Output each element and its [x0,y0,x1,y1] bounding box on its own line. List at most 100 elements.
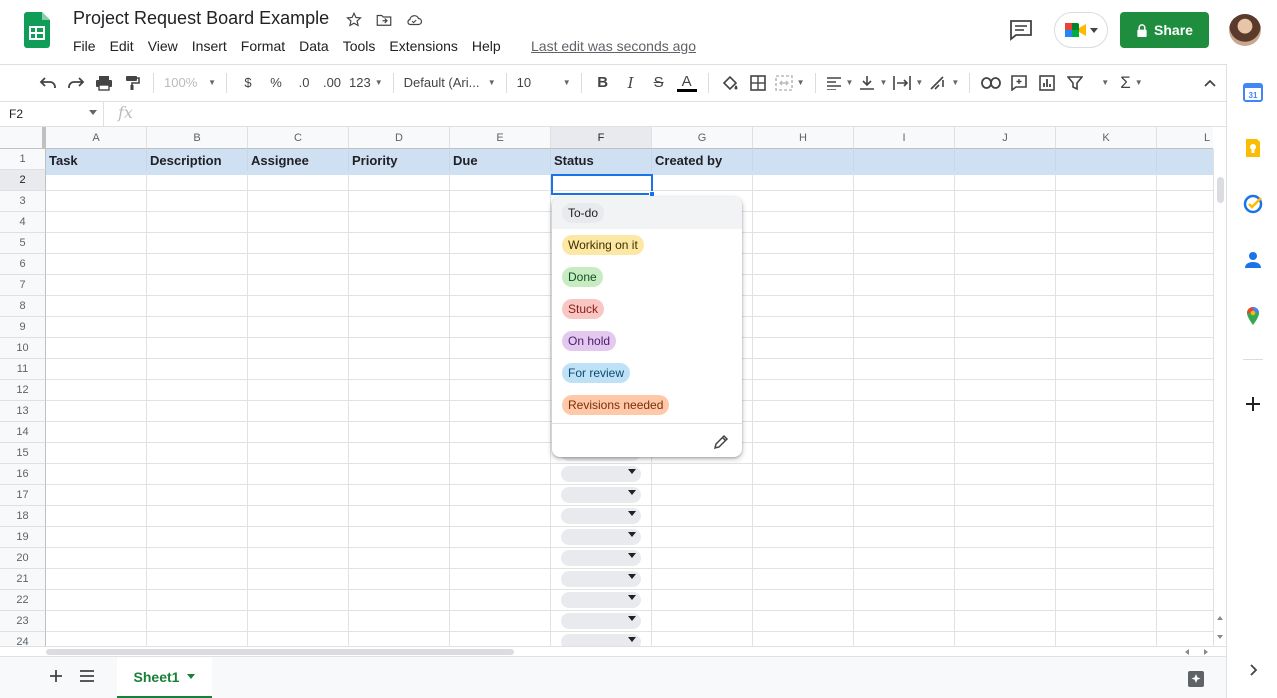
cell-k24[interactable] [1056,632,1157,646]
text-color-button[interactable]: A [676,71,698,95]
row-header-9[interactable]: 9 [0,317,46,338]
scroll-down-icon[interactable] [1217,635,1223,639]
cell-k20[interactable] [1056,548,1157,569]
header-cell-l[interactable] [1157,149,1213,171]
cell-a7[interactable] [46,275,147,296]
add-sheet-icon[interactable] [48,668,64,684]
cell-c12[interactable] [248,380,349,401]
cell-b20[interactable] [147,548,248,569]
cell-b10[interactable] [147,338,248,359]
cell-a24[interactable] [46,632,147,646]
cell-e20[interactable] [450,548,551,569]
cell-k5[interactable] [1056,233,1157,254]
cell-k17[interactable] [1056,485,1157,506]
cell-b16[interactable] [147,464,248,485]
cell-j7[interactable] [955,275,1056,296]
header-cell-c[interactable]: Assignee [248,149,349,171]
cell-h2[interactable] [753,174,854,191]
cell-d24[interactable] [349,632,450,646]
dropdown-option-to-do[interactable]: To-do [552,197,742,229]
cell-c14[interactable] [248,422,349,443]
cell-d3[interactable] [349,191,450,212]
percent-format-button[interactable]: % [265,71,287,95]
status-dropdown-chip[interactable] [561,613,641,629]
cell-j16[interactable] [955,464,1056,485]
scroll-right-icon[interactable] [1204,649,1208,655]
column-header-l[interactable]: L [1157,127,1213,149]
last-edit-link[interactable]: Last edit was seconds ago [531,38,696,54]
cell-i23[interactable] [854,611,955,632]
cell-a11[interactable] [46,359,147,380]
header-cell-e[interactable]: Due [450,149,551,171]
status-dropdown-chip[interactable] [561,592,641,608]
cell-h5[interactable] [753,233,854,254]
cell-i2[interactable] [854,174,955,191]
horizontal-scroll-thumb[interactable] [46,649,514,655]
cell-h19[interactable] [753,527,854,548]
cell-c7[interactable] [248,275,349,296]
cell-h3[interactable] [753,191,854,212]
status-dropdown-chip[interactable] [561,634,641,646]
cell-b21[interactable] [147,569,248,590]
row-header-21[interactable]: 21 [0,569,46,590]
cell-h9[interactable] [753,317,854,338]
cell-i21[interactable] [854,569,955,590]
cell-h21[interactable] [753,569,854,590]
row-header-2[interactable]: 2 [0,170,46,191]
status-dropdown-chip[interactable] [561,529,641,545]
cell-a19[interactable] [46,527,147,548]
cell-e23[interactable] [450,611,551,632]
insert-comment-icon[interactable] [1008,71,1030,95]
cell-l12[interactable] [1157,380,1213,401]
cell-b7[interactable] [147,275,248,296]
all-sheets-icon[interactable] [79,669,95,683]
menu-tools[interactable]: Tools [336,37,383,55]
font-select[interactable]: Default (Ari... ▼ [404,71,496,95]
cell-j24[interactable] [955,632,1056,646]
strikethrough-button[interactable]: S [648,71,670,95]
cell-c13[interactable] [248,401,349,422]
borders-icon[interactable] [747,71,769,95]
cell-j9[interactable] [955,317,1056,338]
increase-decimal-button[interactable]: .00 [321,71,343,95]
cell-c20[interactable] [248,548,349,569]
cell-d19[interactable] [349,527,450,548]
cell-a12[interactable] [46,380,147,401]
cell-k22[interactable] [1056,590,1157,611]
row-header-1[interactable]: 1 [0,149,46,170]
status-dropdown-chip[interactable] [561,487,641,503]
cell-d2[interactable] [349,174,450,191]
cell-a15[interactable] [46,443,147,464]
insert-link-icon[interactable] [980,71,1002,95]
row-header-8[interactable]: 8 [0,296,46,317]
zoom-select[interactable]: 100% ▼ [164,71,216,95]
cell-h8[interactable] [753,296,854,317]
cell-j15[interactable] [955,443,1056,464]
cell-e24[interactable] [450,632,551,646]
cell-h15[interactable] [753,443,854,464]
cell-j18[interactable] [955,506,1056,527]
cell-l8[interactable] [1157,296,1213,317]
cell-e10[interactable] [450,338,551,359]
cell-l24[interactable] [1157,632,1213,646]
cell-e14[interactable] [450,422,551,443]
cell-h16[interactable] [753,464,854,485]
cell-b15[interactable] [147,443,248,464]
cell-a4[interactable] [46,212,147,233]
cell-d17[interactable] [349,485,450,506]
merge-cells-icon[interactable]: ▼ [774,71,805,95]
menu-format[interactable]: Format [234,37,292,55]
cell-k3[interactable] [1056,191,1157,212]
show-side-panel-chevron-icon[interactable] [1243,660,1263,680]
cell-h7[interactable] [753,275,854,296]
explore-icon[interactable] [1187,670,1205,688]
column-header-k[interactable]: K [1056,127,1157,149]
cell-b4[interactable] [147,212,248,233]
cell-b14[interactable] [147,422,248,443]
cell-d20[interactable] [349,548,450,569]
cell-d10[interactable] [349,338,450,359]
cell-d23[interactable] [349,611,450,632]
currency-format-button[interactable]: $ [237,71,259,95]
header-cell-j[interactable] [955,149,1056,171]
cell-j6[interactable] [955,254,1056,275]
